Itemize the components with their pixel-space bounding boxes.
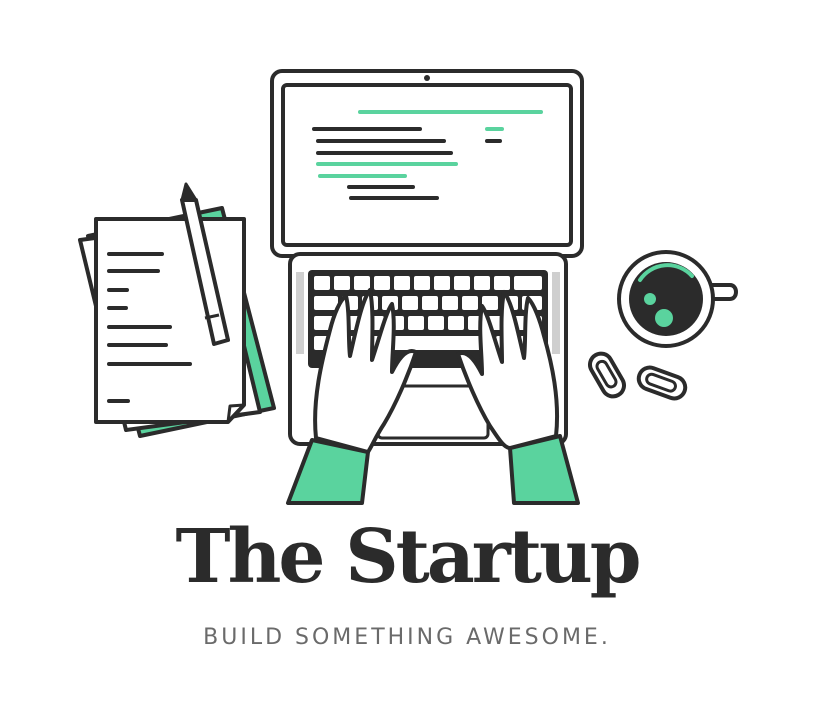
- brand-title: The Startup: [175, 514, 642, 600]
- brand-tagline: BUILD SOMETHING AWESOME.: [203, 625, 611, 650]
- document-stack-icon: [78, 206, 276, 438]
- paper-clip-icon: [588, 351, 688, 401]
- coffee-cup-icon: [617, 250, 738, 348]
- startup-illustration: [78, 69, 738, 505]
